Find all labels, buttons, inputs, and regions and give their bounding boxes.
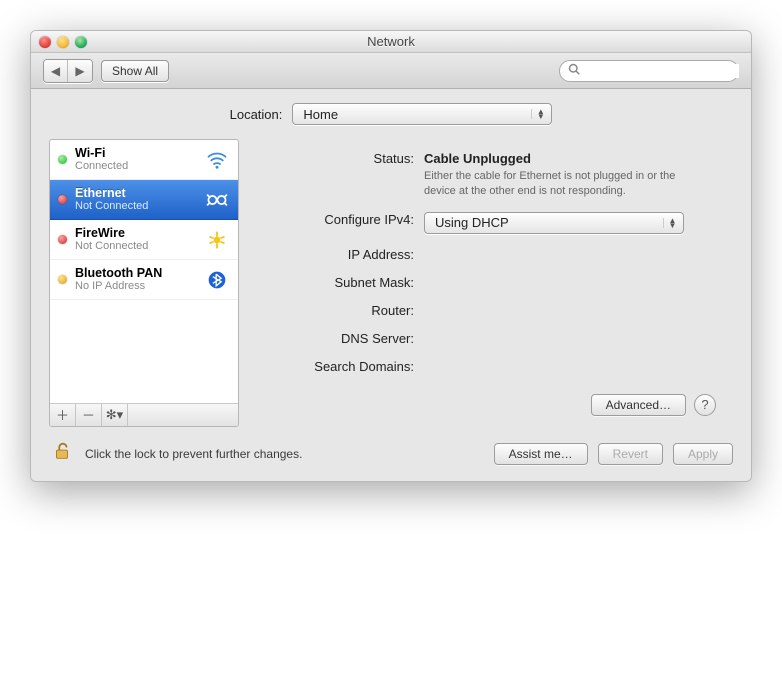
status-headline: Cable Unplugged — [424, 151, 716, 166]
lock-button[interactable] — [49, 441, 75, 467]
sidebar-item-firewire[interactable]: FireWireNot Connected — [50, 220, 238, 260]
location-select[interactable]: Home ▲▼ — [292, 103, 552, 125]
titlebar: Network — [31, 31, 751, 53]
zoom-button[interactable] — [75, 36, 87, 48]
remove-service-button[interactable]: － — [76, 404, 102, 426]
search-domains-label: Search Domains: — [254, 356, 424, 374]
status-label: Status: — [254, 148, 424, 166]
status-dot-icon — [58, 275, 67, 284]
source-name: Bluetooth PAN — [75, 266, 196, 280]
status-dot-icon — [58, 155, 67, 164]
subnet-value — [424, 272, 716, 275]
advanced-button[interactable]: Advanced… — [591, 394, 686, 416]
back-button[interactable]: ◀ — [44, 60, 68, 82]
sidebar-footer: ＋ － ✻▾ — [50, 403, 238, 426]
minimize-button[interactable] — [57, 36, 69, 48]
show-all-button[interactable]: Show All — [101, 60, 169, 82]
service-actions-button[interactable]: ✻▾ — [102, 404, 128, 426]
revert-button[interactable]: Revert — [598, 443, 663, 465]
search-domains-value — [424, 356, 716, 359]
help-icon: ? — [701, 397, 708, 412]
dns-value — [424, 328, 716, 331]
search-input[interactable] — [584, 64, 739, 78]
router-value — [424, 300, 716, 303]
help-button[interactable]: ? — [694, 394, 716, 416]
gear-icon: ✻▾ — [106, 407, 123, 423]
wifi-icon — [204, 150, 230, 170]
nav-segmented: ◀ ▶ — [43, 59, 93, 83]
sidebar-item-bluetooth-pan[interactable]: Bluetooth PANNo IP Address — [50, 260, 238, 300]
source-sub: No IP Address — [75, 280, 196, 293]
search-icon — [568, 63, 580, 78]
close-button[interactable] — [39, 36, 51, 48]
source-list: Wi-FiConnectedEthernetNot ConnectedFireW… — [50, 140, 238, 403]
status-description: Either the cable for Ethernet is not plu… — [424, 169, 704, 199]
configure-ipv4-select[interactable]: Using DHCP ▲▼ — [424, 212, 684, 234]
firewire-icon — [204, 230, 230, 250]
ethernet-icon — [204, 190, 230, 210]
detail-pane: Status: Cable Unplugged Either the cable… — [253, 139, 733, 427]
source-sidebar: Wi-FiConnectedEthernetNot ConnectedFireW… — [49, 139, 239, 427]
forward-button[interactable]: ▶ — [68, 60, 92, 82]
bottom-bar: Click the lock to prevent further change… — [49, 441, 733, 467]
add-service-button[interactable]: ＋ — [50, 404, 76, 426]
source-name: Wi-Fi — [75, 146, 196, 160]
assist-me-button[interactable]: Assist me… — [494, 443, 588, 465]
location-value: Home — [303, 107, 338, 122]
chevron-right-icon: ▶ — [75, 64, 84, 78]
traffic-lights — [39, 36, 87, 48]
source-name: Ethernet — [75, 186, 196, 200]
bluetooth-icon — [204, 270, 230, 290]
router-label: Router: — [254, 300, 424, 318]
location-label: Location: — [230, 107, 283, 122]
source-sub: Connected — [75, 160, 196, 173]
toolbar: ◀ ▶ Show All — [31, 53, 751, 89]
source-name: FireWire — [75, 226, 196, 240]
source-text: Bluetooth PANNo IP Address — [75, 266, 196, 293]
window-title: Network — [39, 34, 743, 49]
minus-icon: － — [82, 405, 95, 424]
select-arrows-icon: ▲▼ — [531, 109, 545, 119]
content-area: Location: Home ▲▼ Wi-FiConnected Ethernet… — [31, 89, 751, 481]
lock-message: Click the lock to prevent further change… — [85, 447, 302, 461]
sidebar-item-wi-fi[interactable]: Wi-FiConnected — [50, 140, 238, 180]
source-sub: Not Connected — [75, 200, 196, 213]
sidebar-item-ethernet[interactable]: EthernetNot Connected — [50, 180, 238, 220]
search-field[interactable] — [559, 60, 739, 82]
source-text: Wi-FiConnected — [75, 146, 196, 173]
source-text: EthernetNot Connected — [75, 186, 196, 213]
ip-label: IP Address: — [254, 244, 424, 262]
subnet-label: Subnet Mask: — [254, 272, 424, 290]
chevron-left-icon: ◀ — [51, 64, 60, 78]
status-dot-icon — [58, 235, 67, 244]
configure-value: Using DHCP — [435, 215, 509, 230]
dns-label: DNS Server: — [254, 328, 424, 346]
source-sub: Not Connected — [75, 240, 196, 253]
source-text: FireWireNot Connected — [75, 226, 196, 253]
apply-button[interactable]: Apply — [673, 443, 733, 465]
lock-open-icon — [51, 440, 73, 468]
select-arrows-icon: ▲▼ — [663, 218, 677, 228]
status-dot-icon — [58, 195, 67, 204]
configure-label: Configure IPv4: — [254, 209, 424, 227]
plus-icon: ＋ — [56, 405, 69, 424]
ip-value — [424, 244, 716, 247]
location-row: Location: Home ▲▼ — [49, 103, 733, 125]
network-preferences-window: Network ◀ ▶ Show All Location: Home ▲▼ — [30, 30, 752, 482]
status-value: Cable Unplugged Either the cable for Eth… — [424, 148, 716, 199]
